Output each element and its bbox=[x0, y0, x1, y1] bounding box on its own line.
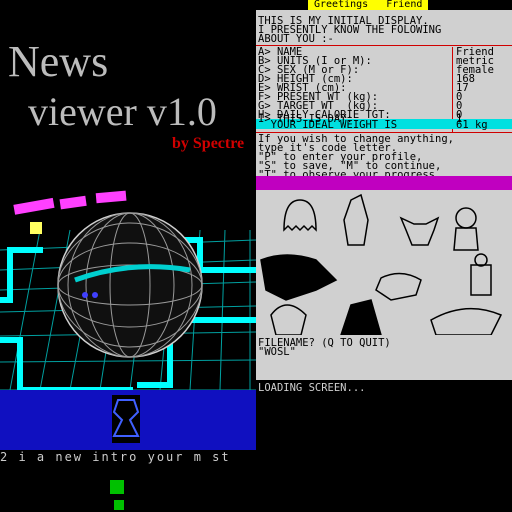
emulator-screen: News viewer v1.0 by Spectre 2 i a new in… bbox=[0, 0, 512, 512]
filename-input[interactable]: "WOSL" bbox=[258, 347, 512, 358]
scene-logo bbox=[13, 190, 127, 215]
cat-sprite bbox=[399, 216, 440, 246]
serpent-sprite bbox=[375, 272, 422, 301]
spectrum-program-panel: Greetings Friend THIS IS MY INITIAL DISP… bbox=[256, 0, 512, 512]
app-title: News bbox=[8, 37, 109, 86]
hooded-sprite bbox=[343, 193, 369, 246]
yellow-sprite bbox=[30, 222, 42, 234]
scroll-text: 2 i a new intro your m st bbox=[0, 450, 231, 464]
ideal-weight-value: 61 kg bbox=[456, 119, 488, 131]
green-sprite-icon bbox=[110, 480, 124, 494]
helmet-sprite bbox=[270, 304, 307, 335]
dragon-sprite bbox=[260, 254, 338, 301]
loading-status: LOADING SCREEN... bbox=[258, 382, 366, 394]
ideal-weight-label: YOUR IDEAL WEIGHT IS bbox=[258, 119, 398, 131]
intro-line: ABOUT YOU :- bbox=[258, 33, 334, 45]
greeting-banner: Greetings Friend bbox=[308, 0, 429, 10]
news-viewer-panel: News viewer v1.0 by Spectre 2 i a new in… bbox=[0, 0, 256, 512]
warrior-sprite bbox=[340, 299, 382, 335]
demo-artwork bbox=[0, 190, 256, 450]
green-sprite-icon-small bbox=[114, 500, 124, 510]
author-credit: by Spectre bbox=[172, 135, 245, 152]
sprite-gallery bbox=[256, 190, 512, 335]
boy-sprite bbox=[455, 207, 477, 229]
ghost-sprite bbox=[283, 199, 317, 232]
dragon2-sprite bbox=[430, 307, 503, 335]
mirror-sphere bbox=[57, 212, 203, 358]
diet-program-screen: Greetings Friend THIS IS MY INITIAL DISP… bbox=[256, 0, 512, 380]
magenta-band bbox=[256, 176, 512, 190]
robot-sprite bbox=[470, 264, 492, 296]
app-subtitle: viewer v1.0 bbox=[28, 89, 217, 134]
